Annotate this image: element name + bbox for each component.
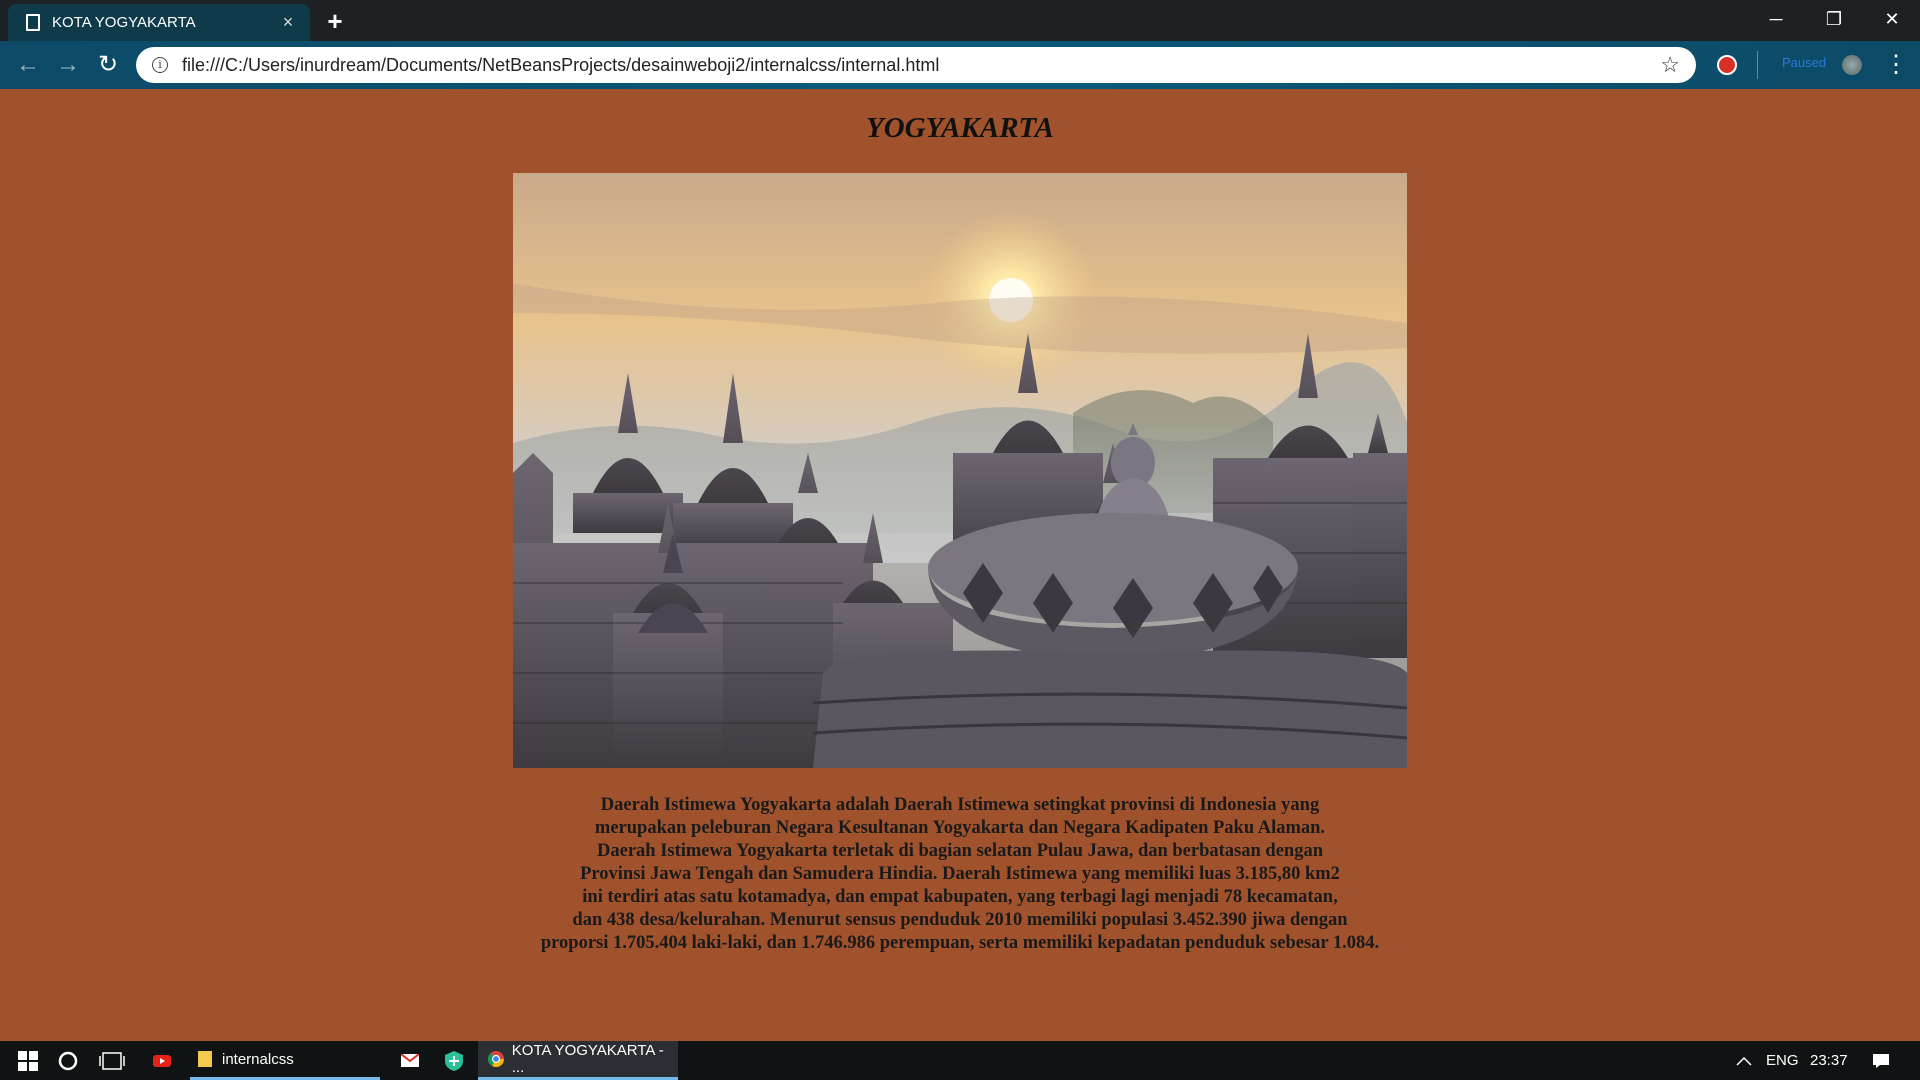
paragraph-line: merupakan peleburan Negara Kesultanan Yo… (594, 818, 1326, 838)
paragraph-line: proporsi 1.705.404 laki-laki, dan 1.746.… (540, 933, 1380, 953)
clock[interactable]: 23:37 (1810, 1041, 1848, 1080)
cortana-icon[interactable] (50, 1041, 86, 1080)
site-info-icon[interactable]: i (152, 57, 168, 73)
close-window-button[interactable]: ✕ (1864, 0, 1920, 41)
paragraph-line: ini terdiri atas satu kotamadya, dan emp… (582, 887, 1338, 907)
profile-paused-label[interactable]: Paused (1782, 55, 1826, 70)
mail-icon[interactable] (392, 1041, 428, 1080)
forward-button[interactable]: → (50, 47, 86, 83)
paragraph-line: Daerah Istimewa Yogyakarta terletak di b… (597, 841, 1323, 861)
youtube-icon[interactable] (144, 1041, 180, 1080)
language-indicator[interactable]: ENG (1766, 1041, 1799, 1080)
taskbar-item-chrome[interactable]: KOTA YOGYAKARTA - ... (478, 1041, 678, 1080)
borobudur-photo (513, 173, 1407, 768)
paragraph-line: dan 438 desa/kelurahan. Menurut sensus p… (572, 910, 1348, 930)
windows-taskbar: internalcss KOTA YOGYAKARTA - ... ENG 23… (0, 1041, 1920, 1080)
page-title: YOGYAKARTA (866, 112, 1054, 144)
paragraph-line: Provinsi Jawa Tengah dan Samudera Hindia… (580, 864, 1340, 884)
back-button[interactable]: ← (10, 47, 46, 83)
tab-title: KOTA YOGYAKARTA (52, 14, 196, 31)
restore-button[interactable]: ❐ (1806, 0, 1862, 41)
shield-icon[interactable] (436, 1041, 472, 1080)
folder-icon (198, 1051, 212, 1067)
windows-start-icon[interactable] (8, 1041, 48, 1080)
minimize-button[interactable]: ─ (1748, 0, 1804, 41)
task-view-icon[interactable] (94, 1041, 130, 1080)
description-paragraph: Daerah Istimewa Yogyakarta adalah Daerah… (460, 794, 1460, 955)
new-tab-button[interactable]: + (318, 7, 352, 37)
browser-tab-strip: KOTA YOGYAKARTA × + ─ ❐ ✕ (0, 0, 1920, 41)
chrome-icon (488, 1051, 504, 1067)
menu-icon[interactable]: ⋮ (1876, 47, 1916, 83)
extension-icon[interactable] (1717, 55, 1737, 75)
browser-tab[interactable]: KOTA YOGYAKARTA × (8, 4, 310, 41)
reload-button[interactable]: ↻ (90, 47, 126, 83)
toolbar-divider (1757, 51, 1758, 79)
taskbar-item-label: internalcss (222, 1050, 294, 1068)
tab-close-icon[interactable]: × (278, 12, 298, 33)
paragraph-line: Daerah Istimewa Yogyakarta adalah Daerah… (600, 795, 1320, 815)
chevron-up-icon[interactable] (1732, 1041, 1756, 1080)
document-icon (26, 14, 40, 31)
notification-icon[interactable] (1866, 1041, 1896, 1080)
browser-toolbar: ← → ↻ i file:///C:/Users/inurdream/Docum… (0, 41, 1920, 89)
taskbar-item-internalcss[interactable]: internalcss (190, 1041, 380, 1080)
address-bar[interactable]: i file:///C:/Users/inurdream/Documents/N… (136, 47, 1696, 83)
bookmark-star-icon[interactable]: ☆ (1660, 52, 1680, 78)
taskbar-item-label: KOTA YOGYAKARTA - ... (511, 1042, 664, 1076)
url-text[interactable]: file:///C:/Users/inurdream/Documents/Net… (182, 55, 1660, 76)
avatar[interactable] (1842, 55, 1862, 75)
